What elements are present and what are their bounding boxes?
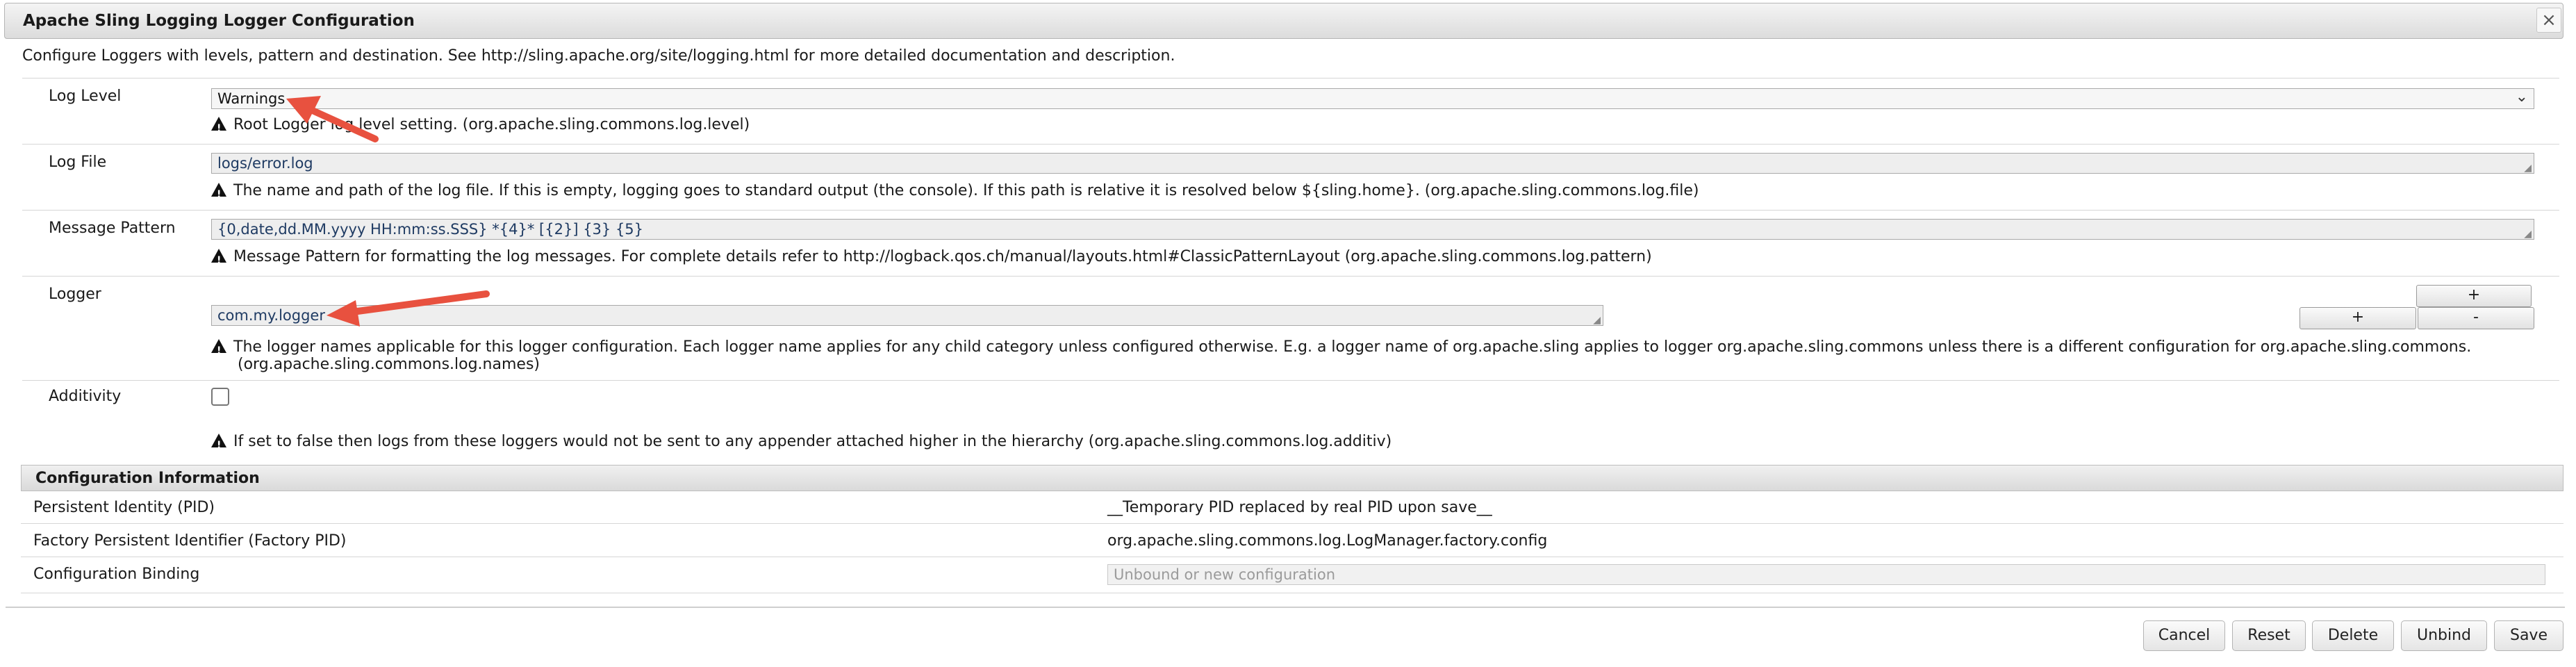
annotation-arrow-logger — [327, 290, 490, 327]
configuration-dialog: Apache Sling Logging Logger Configuratio… — [0, 0, 2576, 667]
annotation-arrow-log-level — [286, 96, 379, 142]
annotation-arrows — [286, 96, 490, 327]
